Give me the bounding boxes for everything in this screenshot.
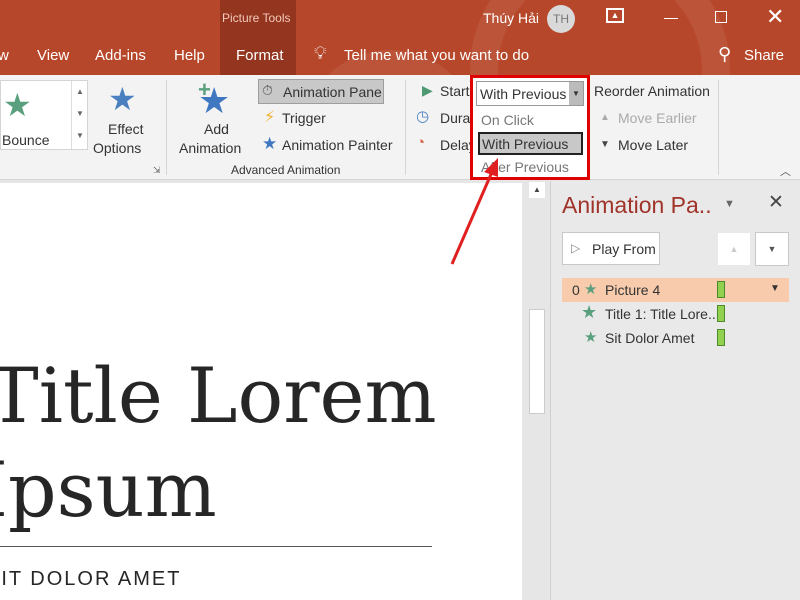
annotation-arrow [450,158,498,265]
